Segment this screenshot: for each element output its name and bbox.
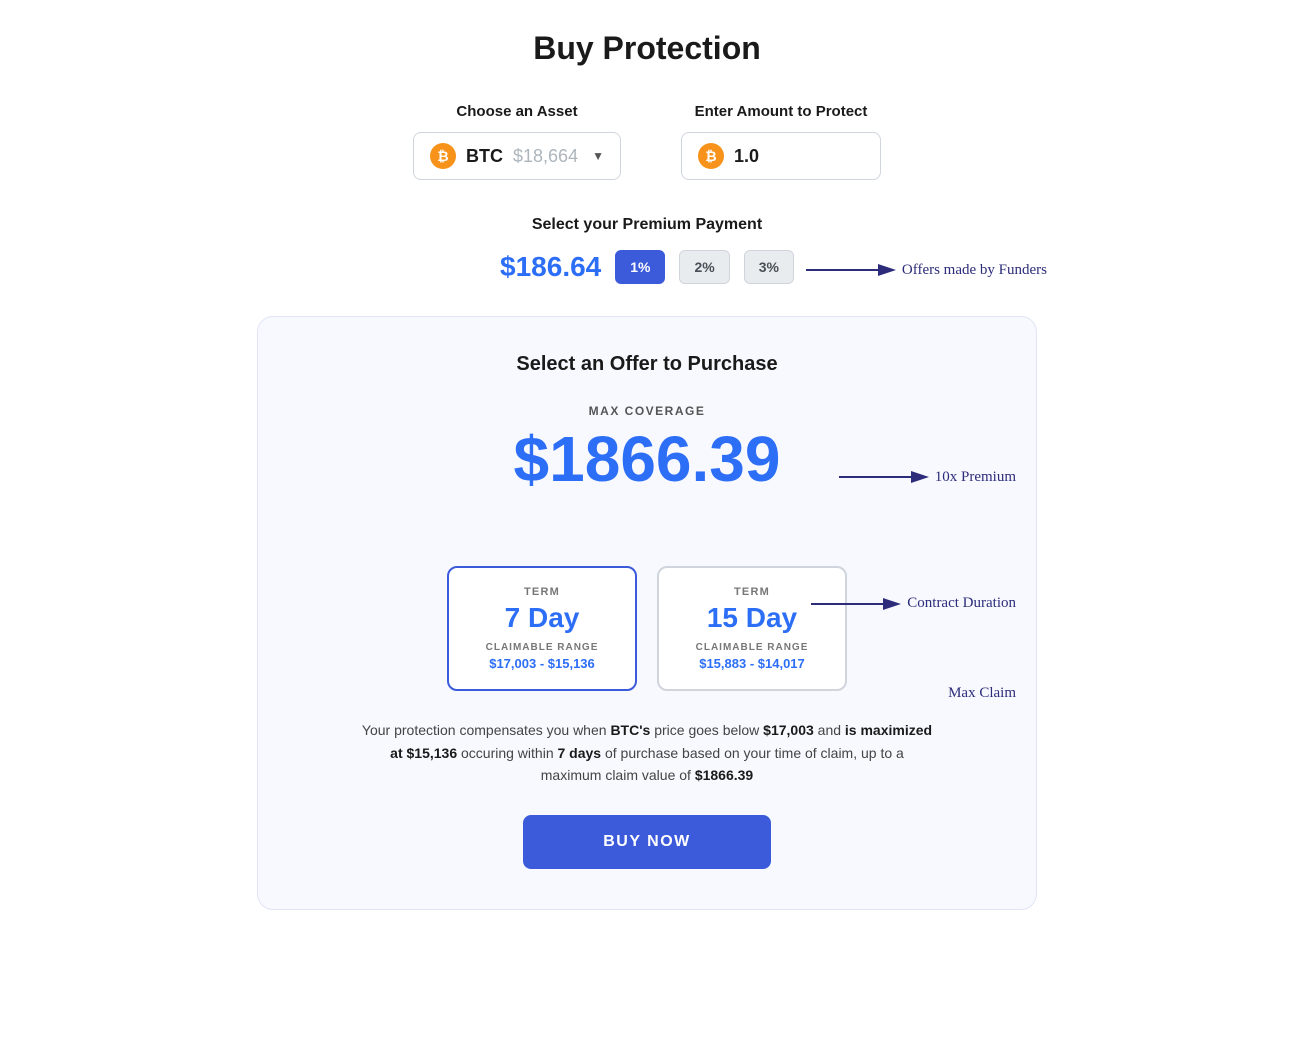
term-label-15day: TERM xyxy=(695,586,809,598)
chevron-down-icon: ▼ xyxy=(592,149,604,163)
buy-now-button[interactable]: BUY NOW xyxy=(523,815,771,869)
funders-arrow-icon xyxy=(806,258,896,282)
claimable-range-7day: $17,003 - $15,136 xyxy=(485,656,599,671)
asset-name: BTC xyxy=(466,146,503,167)
asset-selector[interactable]: ₿ BTC $18,664 ▼ xyxy=(413,132,621,180)
amount-btc-icon: ₿ xyxy=(698,143,724,169)
coverage-amount: $1866.39 xyxy=(514,424,781,494)
claimable-label-15day: CLAIMABLE RANGE xyxy=(695,642,809,653)
term-arrow-icon xyxy=(811,592,901,616)
amount-input-wrapper: ₿ xyxy=(681,132,881,180)
offer-title: Select an Offer to Purchase xyxy=(298,353,996,376)
pct-2-button[interactable]: 2% xyxy=(679,250,729,284)
claimable-label-7day: CLAIMABLE RANGE xyxy=(485,642,599,653)
premium-section: Select your Premium Payment $186.64 1% 2… xyxy=(257,216,1037,284)
term-days-7day: 7 Day xyxy=(485,602,599,634)
term-annotation: Contract Duration xyxy=(811,592,1016,616)
max-coverage-label: MAX COVERAGE xyxy=(298,404,996,418)
funders-annotation-text: Offers made by Funders xyxy=(902,262,1047,279)
coverage-arrow-icon xyxy=(839,465,929,489)
asset-label: Choose an Asset xyxy=(456,103,577,120)
top-section: Choose an Asset ₿ BTC $18,664 ▼ Enter Am… xyxy=(257,103,1037,180)
amount-field-group: Enter Amount to Protect ₿ xyxy=(681,103,881,180)
coverage-annotation: 10x Premium xyxy=(839,465,1016,489)
page-title: Buy Protection xyxy=(257,30,1037,67)
offer-card: Select an Offer to Purchase MAX COVERAGE… xyxy=(257,316,1037,910)
description-text: Your protection compensates you when BTC… xyxy=(298,719,996,786)
term-annotation-text: Contract Duration xyxy=(907,595,1016,612)
term-days-15day: 15 Day xyxy=(695,602,809,634)
amount-label: Enter Amount to Protect xyxy=(695,103,868,120)
term-card-15day[interactable]: TERM 15 Day CLAIMABLE RANGE $15,883 - $1… xyxy=(657,566,847,691)
term-cards: TERM 7 Day CLAIMABLE RANGE $17,003 - $15… xyxy=(298,566,996,691)
max-claim-annotation: Max Claim xyxy=(852,685,1016,702)
claimable-range-15day: $15,883 - $14,017 xyxy=(695,656,809,671)
asset-field-group: Choose an Asset ₿ BTC $18,664 ▼ xyxy=(413,103,621,180)
pct-1-button[interactable]: 1% xyxy=(615,250,665,284)
term-label-7day: TERM xyxy=(485,586,599,598)
term-card-7day[interactable]: TERM 7 Day CLAIMABLE RANGE $17,003 - $15… xyxy=(447,566,637,691)
pct-3-button[interactable]: 3% xyxy=(744,250,794,284)
funders-annotation: Offers made by Funders xyxy=(806,258,1047,282)
asset-price: $18,664 xyxy=(513,146,578,167)
premium-amount: $186.64 xyxy=(500,251,601,283)
premium-label: Select your Premium Payment xyxy=(257,216,1037,234)
amount-input[interactable] xyxy=(734,146,854,167)
coverage-annotation-text: 10x Premium xyxy=(935,469,1016,486)
btc-icon: ₿ xyxy=(430,143,456,169)
max-claim-annotation-text: Max Claim xyxy=(948,685,1016,702)
